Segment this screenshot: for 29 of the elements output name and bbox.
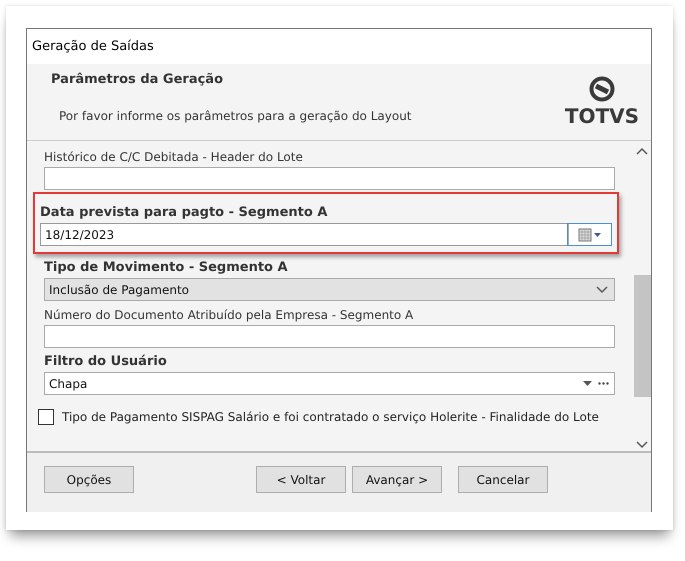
chevron-down-icon: [596, 286, 608, 294]
calendar-button[interactable]: [568, 224, 611, 245]
field-label: Tipo de Movimento - Segmento A: [44, 259, 289, 277]
logo-text: TOTVS: [564, 104, 639, 128]
ellipsis-icon[interactable]: [598, 382, 609, 385]
calendar-icon: [578, 228, 602, 242]
checkbox-label: Tipo de Pagamento SISPAG Salário e foi contratado o serviço Holerite - Finalidade do Lote: [62, 410, 599, 424]
field-label: Número do Documento Atribuído pela Empresa - Segmento A: [44, 307, 414, 324]
logo-icon: [588, 76, 615, 102]
window-title: Geração de Saídas: [27, 29, 651, 64]
header-subtitle: Por favor informe os parâmetros para a geração do Layout: [59, 109, 412, 123]
scroll-up-icon: [636, 147, 648, 155]
field-label: Filtro do Usuário: [44, 353, 168, 371]
scroll-thumb[interactable]: [634, 275, 650, 397]
field-label: Histórico de C/C Debitada - Header do Lote: [44, 149, 304, 166]
date-field[interactable]: 18/12/2023: [40, 223, 612, 246]
dialog-button[interactable]: Avançar >: [352, 466, 442, 493]
dialog-button[interactable]: < Voltar: [256, 466, 346, 493]
dropdown-arrow-icon: [583, 381, 592, 386]
lookup-field[interactable]: Chapa: [44, 372, 615, 395]
text-field[interactable]: [44, 325, 615, 348]
scroll-down-icon: [636, 441, 648, 449]
field-label: Data prevista para pagto - Segmento A: [40, 204, 328, 222]
checkbox[interactable]: [38, 409, 54, 425]
dropdown-field[interactable]: Inclusão de Pagamento: [44, 278, 615, 301]
dialog-button[interactable]: Opções: [44, 466, 134, 493]
header-title: Parâmetros da Geração: [51, 72, 224, 87]
dialog-button[interactable]: Cancelar: [458, 466, 548, 493]
text-field[interactable]: [44, 167, 615, 190]
